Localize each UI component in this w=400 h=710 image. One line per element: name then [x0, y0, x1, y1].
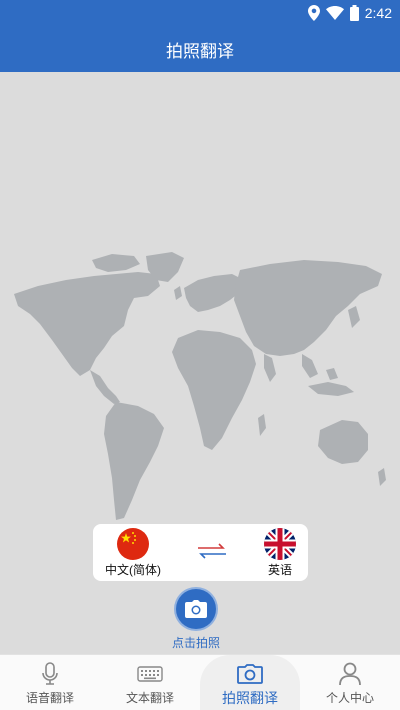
language-selector-card: 中文(简体) 英语	[93, 524, 308, 581]
world-map-image	[14, 252, 386, 520]
battery-icon	[349, 5, 359, 21]
capture-label[interactable]: 点击拍照	[160, 634, 232, 651]
nav-label: 语音翻译	[25, 691, 74, 705]
nav-photo-translate[interactable]: 拍照翻译	[200, 655, 300, 710]
source-language-label[interactable]: 中文(简体)	[105, 561, 161, 578]
nav-label: 文本翻译	[125, 691, 174, 705]
capture-button[interactable]	[176, 589, 216, 629]
microphone-icon	[42, 662, 58, 685]
nav-label: 个人中心	[325, 691, 374, 705]
person-icon	[339, 662, 361, 686]
wifi-icon	[325, 6, 344, 20]
nav-voice-translate[interactable]: 语音翻译	[0, 655, 100, 710]
swap-languages-icon[interactable]	[195, 540, 229, 562]
location-icon	[307, 5, 320, 21]
target-language-label[interactable]: 英语	[260, 561, 300, 578]
status-bar: 2:42	[307, 3, 392, 23]
page-title: 拍照翻译	[166, 42, 234, 61]
nav-personal-center[interactable]: 个人中心	[300, 655, 400, 710]
status-time: 2:42	[364, 5, 392, 21]
nav-text-translate[interactable]: 文本翻译	[100, 655, 200, 710]
camera-icon	[237, 664, 263, 684]
china-flag-icon[interactable]	[117, 528, 149, 560]
bottom-navigation: 语音翻译 文本翻译 拍照翻译 个人中心	[0, 654, 400, 710]
top-app-bar: 2:42 拍照翻译	[0, 0, 400, 72]
nav-label: 拍照翻译	[222, 690, 278, 706]
camera-icon	[185, 600, 207, 618]
uk-flag-icon[interactable]	[264, 528, 296, 560]
keyboard-icon	[137, 666, 163, 682]
